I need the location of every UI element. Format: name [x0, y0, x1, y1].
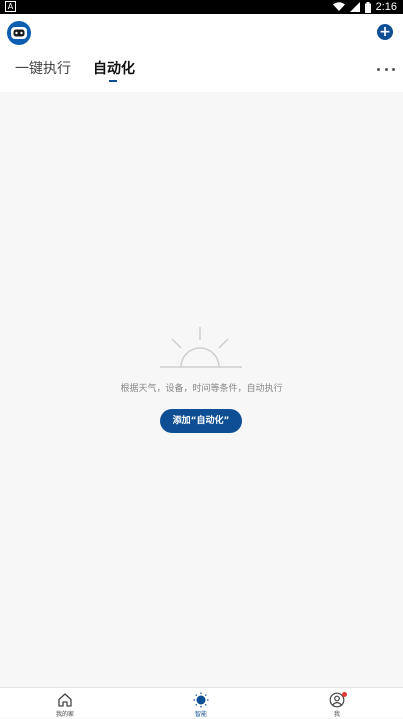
bottom-nav: 我的家 智能 我	[0, 687, 403, 718]
status-icons: 2:16	[332, 0, 397, 14]
tab-one-click[interactable]: 一键执行	[15, 60, 71, 78]
plus-circle-icon[interactable]: +	[377, 24, 393, 40]
robot-avatar-icon[interactable]	[7, 21, 31, 45]
home-icon	[58, 693, 72, 707]
add-automation-button[interactable]: 添加“自动化”	[160, 409, 242, 433]
nav-item-home[interactable]: 我的家	[35, 688, 95, 719]
smart-sun-icon	[193, 692, 209, 708]
status-time: 2:16	[375, 1, 397, 13]
wifi-icon	[332, 2, 345, 11]
nav-item-smart[interactable]: 智能	[171, 688, 231, 719]
notification-badge	[342, 692, 347, 697]
battery-icon	[364, 1, 371, 13]
nav-item-me[interactable]: 我	[307, 688, 367, 719]
signal-icon	[349, 2, 360, 12]
tab-automation[interactable]: 自动化	[93, 60, 135, 78]
status-bar: A 2:16	[0, 0, 403, 14]
empty-state-message: 根据天气，设备，时间等条件，自动执行	[120, 384, 283, 394]
sunrise-icon	[160, 327, 242, 368]
nav-label-home: 我的家	[55, 711, 74, 718]
nav-label-me: 我	[333, 711, 340, 718]
tab-indicator	[109, 80, 117, 82]
a-notification-icon: A	[5, 1, 16, 12]
more-horizontal-icon[interactable]	[377, 66, 395, 72]
nav-label-smart: 智能	[194, 711, 207, 718]
header: + 一键执行 自动化	[0, 14, 403, 92]
